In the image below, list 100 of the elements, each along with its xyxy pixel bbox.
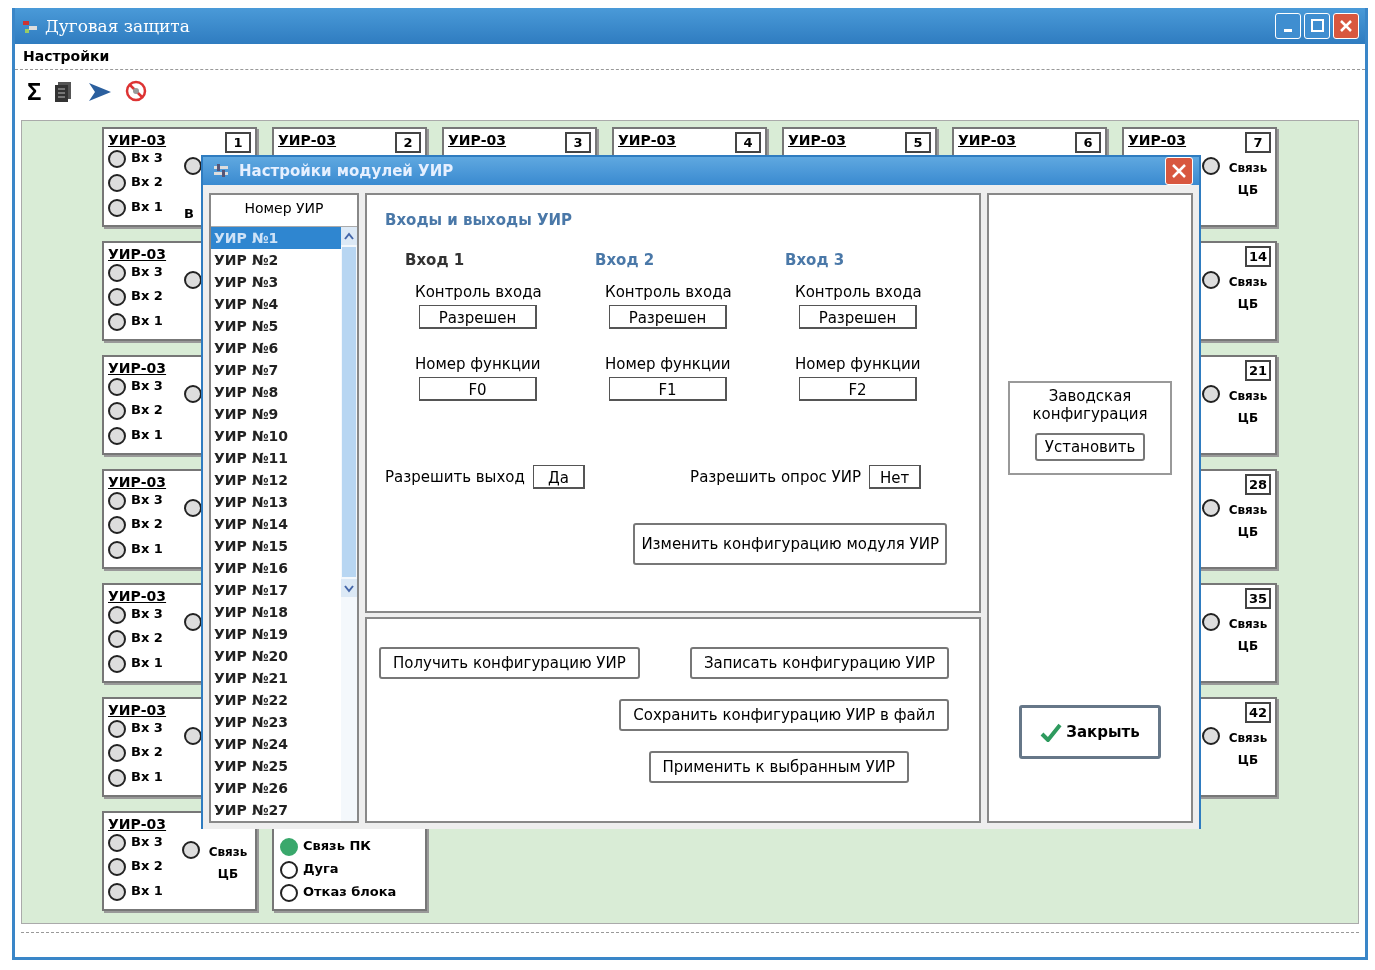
list-item[interactable]: УИР №23 — [211, 711, 341, 733]
output-label: В — [184, 205, 194, 221]
list-item[interactable]: УИР №18 — [211, 601, 341, 623]
list-item[interactable]: УИР №17 — [211, 579, 341, 601]
module-number: 7 — [1245, 131, 1271, 153]
list-item[interactable]: УИР №7 — [211, 359, 341, 381]
list-item[interactable]: УИР №11 — [211, 447, 341, 469]
input-label: Вх 1 — [131, 655, 163, 671]
module-title: УИР-03 — [1128, 131, 1188, 148]
input-label: Вх 2 — [131, 858, 163, 874]
value-field[interactable]: Разрешен — [609, 305, 727, 329]
close-button[interactable] — [1333, 12, 1359, 39]
radio-indicator — [108, 174, 126, 193]
radio-indicator — [108, 655, 126, 674]
module-number: 6 — [1075, 131, 1101, 153]
list-item[interactable]: УИР №16 — [211, 557, 341, 579]
list-item[interactable]: УИР №10 — [211, 425, 341, 447]
list-item[interactable]: УИР №27 — [211, 799, 341, 821]
value-field[interactable]: Разрешен — [799, 305, 917, 329]
input-label: Вх 1 — [131, 313, 163, 329]
list-item[interactable]: УИР №14 — [211, 513, 341, 535]
radio-indicator — [108, 516, 126, 535]
list-item[interactable]: УИР №8 — [211, 381, 341, 403]
module-title: УИР-03 — [958, 131, 1018, 148]
value-field[interactable]: F1 — [609, 377, 727, 401]
radio-indicator — [108, 719, 126, 738]
action-button[interactable]: Применить к выбранным УИР — [648, 751, 909, 783]
minimize-button[interactable] — [1275, 12, 1301, 39]
list-header: Номер УИР — [243, 199, 325, 218]
list-item[interactable]: УИР №3 — [211, 271, 341, 293]
radio-indicator — [184, 384, 202, 403]
scroll-down-button[interactable] — [341, 579, 357, 597]
window-title: Дуговая защита — [45, 15, 190, 36]
input-heading: Вход 3 — [785, 251, 845, 269]
sum-button[interactable]: Σ — [25, 78, 44, 106]
input-label: Вх 2 — [131, 174, 163, 190]
field-label: Номер функции — [605, 355, 731, 373]
list-item[interactable]: УИР №9 — [211, 403, 341, 425]
value-field[interactable]: Разрешен — [419, 305, 537, 329]
option-label: Разрешить опрос УИР — [690, 468, 861, 486]
field-label: Контроль входа — [795, 283, 922, 301]
module-title: УИР-03 — [448, 131, 508, 148]
radio-indicator — [184, 270, 202, 289]
list-item[interactable]: УИР №19 — [211, 623, 341, 645]
list-item[interactable]: УИР №24 — [211, 733, 341, 755]
list-item[interactable]: УИР №4 — [211, 293, 341, 315]
close-icon — [1170, 162, 1188, 180]
install-button[interactable]: Установить — [1034, 433, 1146, 461]
list-item[interactable]: УИР №13 — [211, 491, 341, 513]
menu-item[interactable]: Настройки — [23, 48, 110, 65]
radio-indicator — [108, 744, 126, 763]
action-button[interactable]: Записать конфигурацию УИР — [690, 647, 949, 679]
list-item[interactable]: УИР №6 — [211, 337, 341, 359]
section-title: Входы и выходы УИР — [385, 211, 574, 229]
value-field[interactable]: F2 — [799, 377, 917, 401]
status-label: Связь ПК — [303, 837, 371, 853]
value-field[interactable]: F0 — [419, 377, 537, 401]
list-item[interactable]: УИР №20 — [211, 645, 341, 667]
input-label: Вх 1 — [131, 883, 163, 899]
radio-indicator — [108, 833, 126, 852]
input-heading: Вход 1 — [405, 251, 465, 269]
link-label: Связь ЦБ — [1227, 387, 1269, 427]
action-button[interactable]: Получить конфигурацию УИР — [379, 647, 640, 679]
list-item[interactable]: УИР №25 — [211, 755, 341, 777]
link-label: Связь ЦБ — [1227, 159, 1269, 199]
input-label: Вх 1 — [131, 427, 163, 443]
module-title: УИР-03 — [618, 131, 678, 148]
module-number: 21 — [1245, 359, 1271, 381]
input-label: Вх 3 — [131, 833, 163, 849]
list-item[interactable]: УИР №2 — [211, 249, 341, 271]
value-field[interactable]: Нет — [869, 465, 921, 489]
input-label: Вх 1 — [131, 199, 163, 215]
scrollbar[interactable] — [341, 227, 357, 821]
maximize-button[interactable] — [1304, 12, 1330, 39]
input-label: Вх 2 — [131, 744, 163, 760]
field-label: Номер функции — [795, 355, 921, 373]
list-item[interactable]: УИР №12 — [211, 469, 341, 491]
module-title: УИР-03 — [278, 131, 338, 148]
value-field[interactable]: Да — [532, 465, 585, 489]
field-label: Контроль входа — [605, 283, 732, 301]
scroll-up-button[interactable] — [341, 227, 357, 245]
maximize-icon — [1309, 18, 1325, 34]
list-item[interactable]: УИР №21 — [211, 667, 341, 689]
status-label: Дуга — [303, 860, 339, 876]
scroll-thumb[interactable] — [342, 247, 356, 577]
list-item[interactable]: УИР №22 — [211, 689, 341, 711]
list-item[interactable]: УИР №26 — [211, 777, 341, 799]
radio-indicator — [108, 263, 126, 282]
change-config-button[interactable]: Изменить конфигурацию модуля УИР — [633, 523, 947, 565]
radio-indicator — [108, 883, 126, 902]
input-label: Вх 2 — [131, 630, 163, 646]
input-label: Вх 1 — [131, 769, 163, 785]
close-button[interactable] — [1165, 157, 1193, 185]
module-number: 1 — [225, 131, 251, 153]
list-item[interactable]: УИР №15 — [211, 535, 341, 557]
radio-indicator — [108, 858, 126, 877]
action-button[interactable]: Сохранить конфигурацию УИР в файл — [619, 699, 949, 731]
list-item[interactable]: УИР №5 — [211, 315, 341, 337]
link-label: Связь ЦБ — [207, 843, 249, 883]
close-dialog-button[interactable]: Закрыть — [1019, 705, 1161, 759]
